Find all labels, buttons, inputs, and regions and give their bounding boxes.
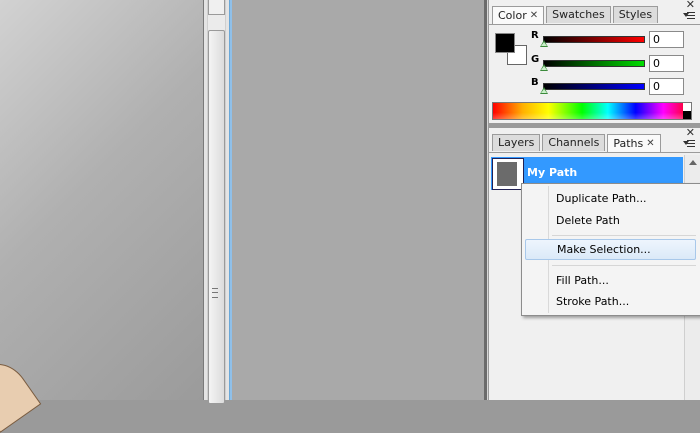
red-value-input[interactable] (649, 31, 684, 48)
color-panel: ✕ Color ✕ Swatches Styles R G B (488, 0, 700, 123)
path-shape-icon (497, 162, 517, 186)
tab-label: Color (498, 8, 527, 22)
scrollbar-grip-icon (212, 288, 218, 298)
red-channel: R (531, 30, 700, 51)
close-tab-icon[interactable]: ✕ (530, 8, 538, 24)
channel-label: B (531, 77, 539, 88)
foreground-color-swatch[interactable] (495, 33, 515, 53)
menu-item-duplicate-path[interactable]: Duplicate Path... (525, 188, 696, 209)
tab-label: Paths (613, 136, 644, 150)
tab-styles[interactable]: Styles (612, 6, 659, 23)
tab-divider (489, 152, 700, 153)
green-value-input[interactable] (649, 55, 684, 72)
tab-label: Channels (548, 136, 600, 149)
green-slider-handle[interactable] (540, 64, 548, 71)
tab-color[interactable]: Color ✕ (492, 6, 545, 24)
canvas-document-area[interactable] (0, 0, 203, 433)
menu-item-make-selection[interactable]: Make Selection... (525, 239, 696, 260)
channel-label: R (531, 30, 539, 41)
tab-layers[interactable]: Layers (492, 134, 541, 151)
red-slider-track[interactable] (543, 36, 645, 43)
menu-separator (552, 235, 696, 236)
menu-item-fill-path[interactable]: Fill Path... (525, 270, 696, 291)
blue-slider-handle[interactable] (540, 87, 548, 94)
menu-item-stroke-path[interactable]: Stroke Path... (525, 291, 696, 312)
blue-slider-track[interactable] (543, 83, 645, 90)
scrollbar-up-button[interactable] (208, 0, 225, 15)
red-slider-handle[interactable] (540, 40, 548, 47)
path-name: My Path (527, 166, 578, 179)
vertical-scrollbar[interactable] (203, 0, 230, 404)
image-fragment (0, 353, 42, 433)
panel-menu-icon[interactable] (683, 10, 695, 20)
channel-label: G (531, 54, 540, 65)
close-tab-icon[interactable]: ✕ (646, 136, 654, 152)
black-white-swatch[interactable] (683, 103, 691, 119)
menu-item-delete-path[interactable]: Delete Path (525, 210, 696, 231)
path-context-menu: Duplicate Path... Delete Path Make Selec… (521, 183, 700, 316)
tab-swatches[interactable]: Swatches (546, 6, 611, 23)
tab-label: Styles (618, 8, 653, 21)
blue-value-input[interactable] (649, 78, 684, 95)
green-slider-track[interactable] (543, 60, 645, 67)
scrollbar-thumb[interactable] (208, 30, 225, 404)
canvas-background[interactable] (230, 0, 487, 400)
menu-separator (552, 265, 696, 266)
tab-channels[interactable]: Channels (542, 134, 606, 151)
tab-divider (489, 24, 700, 25)
tab-label: Swatches (552, 8, 605, 21)
green-channel: G (531, 54, 700, 75)
tab-label: Layers (498, 136, 535, 149)
scroll-up-arrow-icon[interactable] (689, 160, 697, 165)
panel-menu-icon[interactable] (683, 138, 695, 148)
path-thumbnail (492, 158, 524, 190)
color-spectrum-ramp[interactable] (492, 102, 692, 120)
blue-channel: B (531, 77, 700, 98)
tab-paths[interactable]: Paths ✕ (607, 134, 661, 152)
color-panel-tabs: Color ✕ Swatches Styles (492, 6, 659, 24)
layers-panel-tabs: Layers Channels Paths ✕ (492, 134, 661, 152)
